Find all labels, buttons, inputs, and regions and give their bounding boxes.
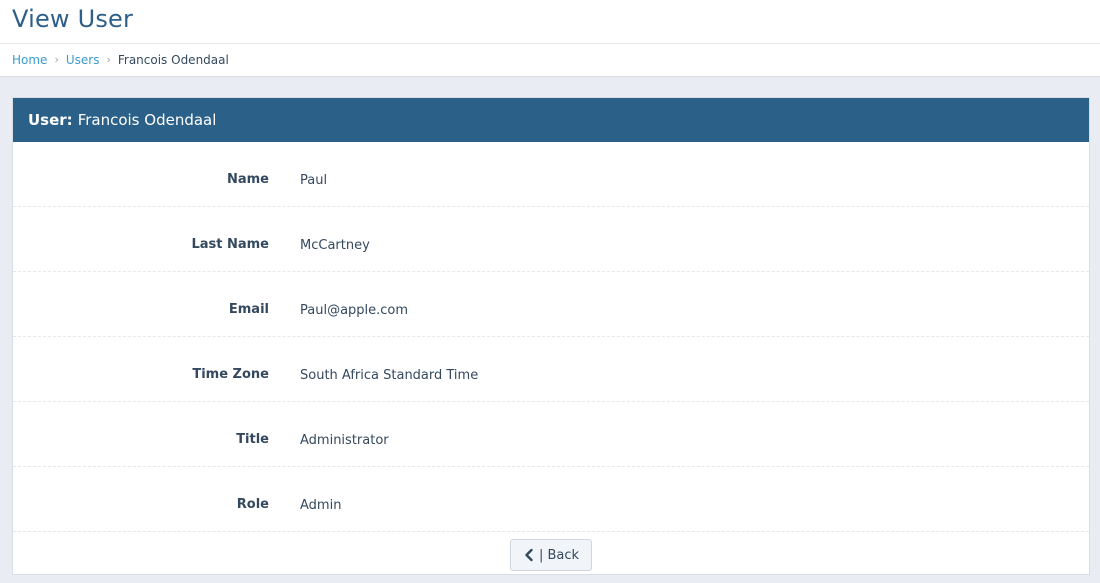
breadcrumb-current: Francois Odendaal — [117, 53, 229, 67]
panel-heading-prefix: User: — [28, 111, 73, 129]
field-label: Last Name — [191, 237, 269, 252]
breadcrumb-bar: Home › Users › Francois Odendaal — [0, 44, 1100, 77]
field-row-last-name: Last Name McCartney — [13, 207, 1089, 272]
field-value: Administrator — [300, 433, 389, 448]
actions-bar: | Back — [13, 539, 1089, 571]
field-row-time-zone: Time Zone South Africa Standard Time — [13, 337, 1089, 402]
field-value: Admin — [300, 498, 342, 513]
panel-heading-name: Francois Odendaal — [77, 111, 217, 129]
field-label: Email — [228, 302, 269, 317]
breadcrumb-separator: › — [54, 53, 59, 66]
field-value: Paul — [300, 173, 328, 188]
field-value: McCartney — [300, 238, 370, 253]
field-value: Paul@apple.com — [300, 303, 409, 318]
field-row-name: Name Paul — [13, 142, 1089, 207]
breadcrumb-separator: › — [106, 53, 111, 66]
field-label: Name — [226, 172, 269, 187]
field-row-email: Email Paul@apple.com — [13, 272, 1089, 337]
page-header: View User — [0, 0, 1100, 44]
breadcrumb-home-link[interactable]: Home — [12, 53, 47, 67]
field-row-title: Title Administrator — [13, 402, 1089, 467]
page-title: View User — [12, 5, 134, 33]
field-label: Role — [236, 497, 269, 512]
field-label: Time Zone — [192, 367, 269, 382]
field-label: Title — [236, 432, 269, 447]
panel-heading: User: Francois Odendaal — [13, 98, 1089, 142]
field-value: South Africa Standard Time — [300, 368, 479, 383]
user-details: Name Paul Last Name McCartney Email Paul… — [13, 142, 1089, 532]
breadcrumb-users-link[interactable]: Users — [66, 53, 100, 67]
chevron-left-icon — [523, 548, 535, 562]
user-panel: User: Francois Odendaal Name Paul Last N… — [12, 97, 1090, 575]
back-button[interactable]: | Back — [509, 539, 593, 571]
field-row-role: Role Admin — [13, 467, 1089, 532]
back-button-label: | Back — [538, 547, 580, 563]
breadcrumb: Home › Users › Francois Odendaal — [12, 53, 229, 67]
